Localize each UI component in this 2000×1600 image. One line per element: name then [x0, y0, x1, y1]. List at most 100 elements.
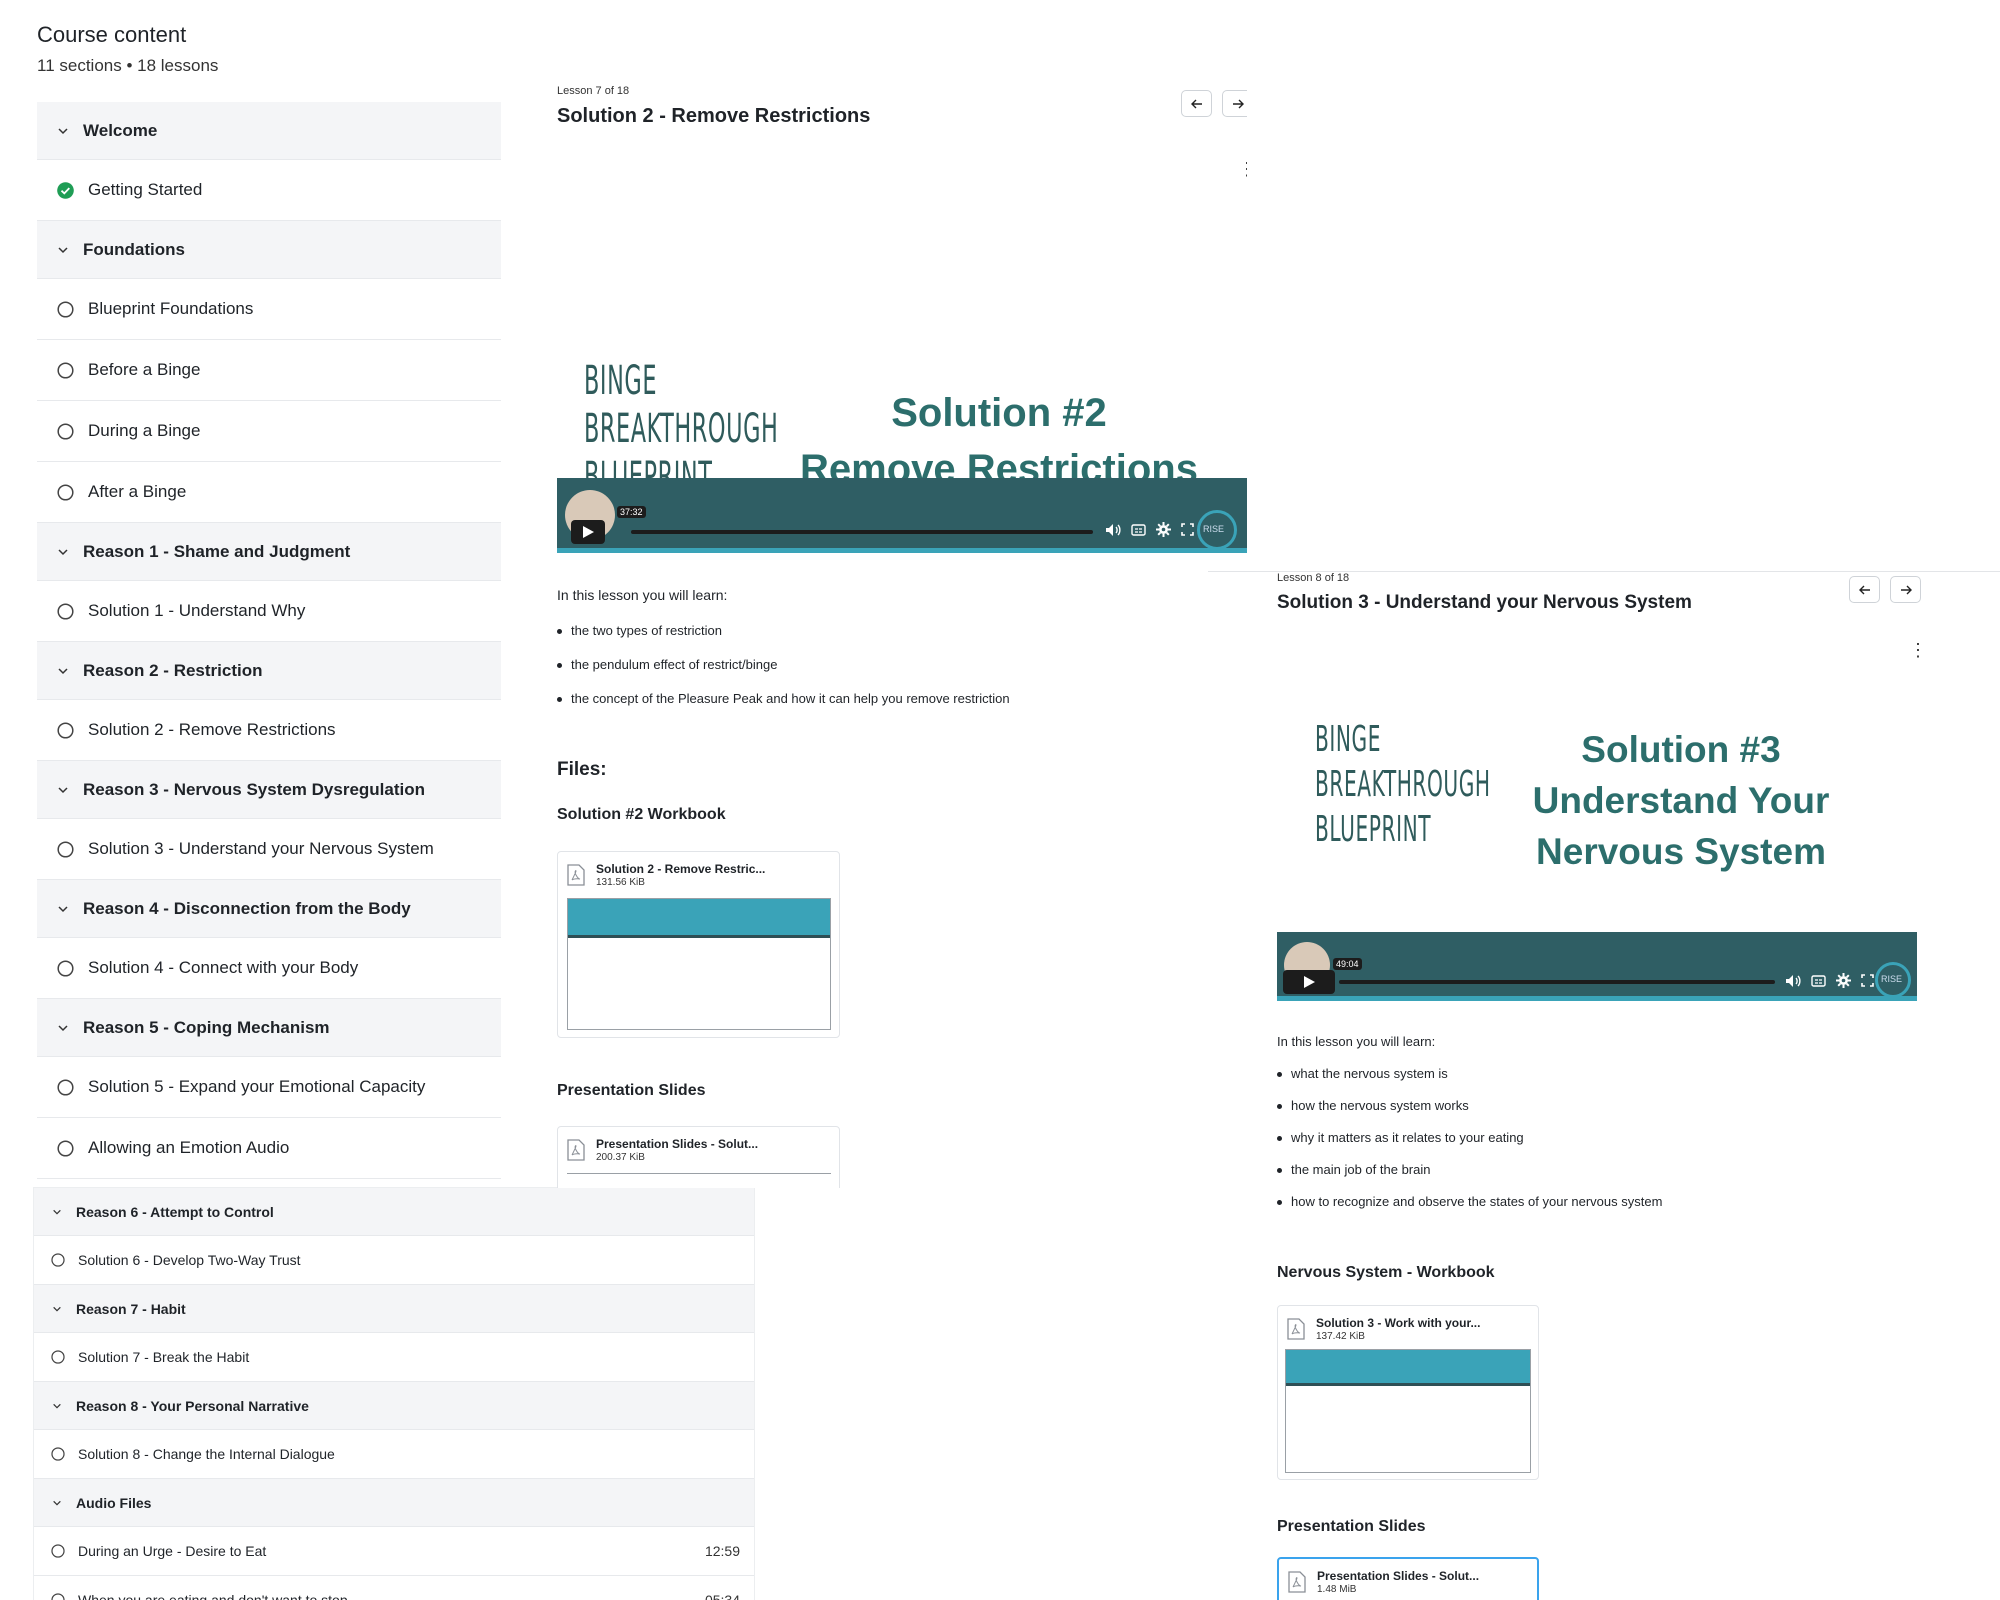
lesson-item[interactable]: Getting Started — [37, 160, 501, 221]
file-size: 1.48 MiB — [1317, 1584, 1357, 1595]
lesson-item[interactable]: During a Binge — [37, 401, 501, 462]
lesson-title: Solution 6 - Develop Two-Way Trust — [78, 1252, 301, 1268]
arrow-right-icon — [1900, 585, 1912, 594]
section-title: Audio Files — [76, 1494, 152, 1511]
section-header[interactable]: Welcome — [37, 102, 501, 160]
lesson-item[interactable]: Before a Binge — [37, 340, 501, 401]
learn-intro: In this lesson you will learn: — [1277, 1034, 1436, 1049]
lesson-title: After a Binge — [88, 482, 187, 501]
lesson-title: During an Urge - Desire to Eat — [78, 1543, 267, 1559]
learning-objective: the two types of restriction — [557, 623, 1010, 638]
captions-icon[interactable] — [1811, 974, 1826, 987]
learning-objective: the main job of the brain — [1277, 1162, 1662, 1177]
play-icon — [1303, 976, 1315, 988]
lesson-item[interactable]: Allowing an Emotion Audio — [37, 1118, 501, 1179]
circle-icon — [57, 840, 74, 858]
section-title: Reason 4 - Disconnection from the Body — [83, 898, 411, 918]
file-name: Presentation Slides - Solut... — [1317, 1569, 1480, 1583]
lesson-title: Solution 2 - Remove Restrictions — [88, 720, 336, 739]
slides-file-card[interactable]: Presentation Slides - Solut... 1.48 MiB — [1277, 1557, 1539, 1600]
lesson-item[interactable]: Blueprint Foundations — [37, 279, 501, 340]
lesson-item[interactable]: Solution 6 - Develop Two-Way Trust — [34, 1236, 754, 1285]
previous-lesson-button[interactable] — [1181, 90, 1212, 117]
kebab-menu-icon[interactable]: ⋮ — [1909, 640, 1927, 661]
circle-icon — [57, 1139, 74, 1157]
pdf-file-icon — [1288, 1571, 1306, 1593]
file-name: Presentation Slides - Solut... — [596, 1137, 759, 1151]
section-header[interactable]: Reason 4 - Disconnection from the Body — [37, 880, 501, 938]
section-header[interactable]: Reason 7 - Habit — [34, 1285, 754, 1333]
section-header[interactable]: Reason 5 - Coping Mechanism — [37, 999, 501, 1057]
play-button[interactable] — [571, 520, 605, 544]
learning-objective: the concept of the Pleasure Peak and how… — [557, 691, 1010, 706]
lesson-item[interactable]: Solution 4 - Connect with your Body — [37, 938, 501, 999]
chevron-down-icon[interactable] — [57, 244, 69, 256]
section-title: Foundations — [83, 239, 185, 259]
section-header[interactable]: Reason 6 - Attempt to Control — [34, 1188, 754, 1236]
chevron-down-icon[interactable] — [57, 903, 69, 915]
next-lesson-button[interactable] — [1222, 90, 1247, 117]
circle-icon — [51, 1253, 65, 1267]
circle-icon — [57, 721, 74, 739]
circle-icon — [51, 1350, 65, 1364]
play-button[interactable] — [1283, 970, 1335, 994]
lesson-item[interactable]: Solution 8 - Change the Internal Dialogu… — [34, 1430, 754, 1479]
chevron-down-icon[interactable] — [57, 125, 69, 137]
fullscreen-icon[interactable] — [1861, 974, 1874, 987]
circle-icon — [57, 1078, 74, 1096]
file-preview — [567, 898, 831, 1030]
kebab-menu-icon[interactable]: ⋮ — [1238, 159, 1247, 180]
video-accent-stripe — [557, 548, 1247, 553]
lesson-item[interactable]: Solution 5 - Expand your Emotional Capac… — [37, 1057, 501, 1118]
chevron-down-icon[interactable] — [52, 1401, 62, 1411]
section-header[interactable]: Reason 3 - Nervous System Dysregulation — [37, 761, 501, 819]
lesson-item[interactable]: When you are eating and don't want to st… — [34, 1576, 754, 1600]
chevron-down-icon[interactable] — [57, 665, 69, 677]
section-header[interactable]: Reason 1 - Shame and Judgment — [37, 523, 501, 581]
lesson-item[interactable]: Solution 2 - Remove Restrictions — [37, 700, 501, 761]
learning-objective: how the nervous system works — [1277, 1098, 1662, 1113]
volume-icon[interactable] — [1785, 974, 1801, 988]
previous-lesson-button[interactable] — [1849, 576, 1880, 603]
section-title: Reason 6 - Attempt to Control — [76, 1203, 274, 1220]
fullscreen-icon[interactable] — [1181, 523, 1194, 536]
lesson-title: When you are eating and don't want to st… — [78, 1592, 348, 1600]
lesson-item[interactable]: After a Binge — [37, 462, 501, 523]
slides-file-card[interactable]: Presentation Slides - Solut... 200.37 Ki… — [557, 1126, 840, 1188]
video-progress-bar[interactable] — [631, 530, 1093, 534]
chevron-down-icon[interactable] — [57, 546, 69, 558]
section-header[interactable]: Reason 8 - Your Personal Narrative — [34, 1382, 754, 1430]
workbook-heading: Solution #2 Workbook — [557, 806, 726, 823]
chevron-down-icon[interactable] — [57, 784, 69, 796]
chevron-down-icon[interactable] — [57, 1022, 69, 1034]
settings-icon[interactable] — [1156, 522, 1171, 537]
lesson-item[interactable]: Solution 3 - Understand your Nervous Sys… — [37, 819, 501, 880]
course-outline-list-continued: Reason 6 - Attempt to Control Solution 6 … — [34, 1188, 754, 1600]
circle-icon — [57, 959, 74, 977]
workbook-file-card[interactable]: Solution 2 - Remove Restric... 131.56 Ki… — [557, 851, 840, 1038]
section-header[interactable]: Reason 2 - Restriction — [37, 642, 501, 700]
play-icon — [582, 526, 594, 538]
lesson-title: Getting Started — [88, 180, 203, 199]
course-content-summary: 11 sections • 18 lessons — [37, 56, 219, 75]
video-player[interactable]: 37:32 RISE — [557, 478, 1247, 553]
lesson-item[interactable]: Solution 1 - Understand Why — [37, 581, 501, 642]
chevron-down-icon[interactable] — [52, 1498, 62, 1508]
workbook-file-card[interactable]: Solution 3 - Work with your... 137.42 Ki… — [1277, 1305, 1539, 1480]
settings-icon[interactable] — [1836, 973, 1851, 988]
section-header[interactable]: Audio Files — [34, 1479, 754, 1527]
video-player[interactable]: 49:04 RISE — [1277, 932, 1917, 1001]
captions-icon[interactable] — [1131, 523, 1146, 536]
workbook-heading: Nervous System - Workbook — [1277, 1264, 1495, 1281]
video-progress-bar[interactable] — [1339, 980, 1775, 984]
chevron-down-icon[interactable] — [52, 1304, 62, 1314]
next-lesson-button[interactable] — [1890, 576, 1921, 603]
lesson-item[interactable]: During an Urge - Desire to Eat 12:59 — [34, 1527, 754, 1576]
learning-objectives-list: the two types of restriction the pendulum… — [557, 623, 1010, 725]
lesson-item[interactable]: Solution 7 - Break the Habit — [34, 1333, 754, 1382]
learning-objective: what the nervous system is — [1277, 1066, 1662, 1081]
section-header[interactable]: Foundations — [37, 221, 501, 279]
volume-icon[interactable] — [1105, 523, 1121, 537]
chevron-down-icon[interactable] — [52, 1207, 62, 1217]
video-controls — [1785, 973, 1874, 988]
